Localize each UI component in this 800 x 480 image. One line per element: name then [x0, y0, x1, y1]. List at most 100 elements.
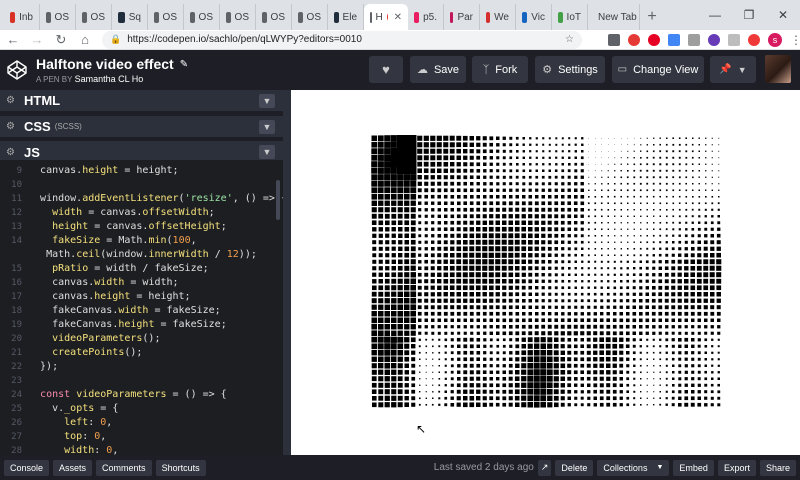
save-button[interactable]: ☁ Save [410, 56, 466, 83]
tab-title: We [494, 11, 509, 23]
code-text: Math.ceil(window.innerWidth / 12)); [46, 249, 257, 260]
browser-tab[interactable]: OS [292, 4, 328, 30]
change-view-button[interactable]: ▭ Change View [612, 56, 704, 83]
js-chevron-down-icon[interactable]: ▼ [259, 145, 275, 159]
browser-tab[interactable]: Ele [328, 4, 364, 30]
codepen-logo-icon[interactable] [6, 59, 28, 81]
js-gear-icon[interactable]: ⚙ [6, 147, 22, 158]
codepen-footer: Console Assets Comments Shortcuts Last s… [0, 455, 800, 480]
css-panel-header[interactable]: ⚙ CSS (SCSS) ▼ [0, 116, 283, 138]
extension-icon[interactable] [688, 33, 700, 46]
edit-pencil-icon[interactable]: ✎ [180, 59, 188, 70]
code-text: left: 0, [64, 417, 113, 428]
tab-title: OS [270, 11, 285, 23]
vpn-icon[interactable] [708, 33, 720, 46]
home-icon[interactable]: ⌂ [78, 32, 92, 47]
code-text: }); [28, 361, 59, 372]
code-line: 12 width = canvas.offsetWidth; [0, 206, 215, 220]
heart-icon: ♥ [382, 62, 390, 77]
line-number: 21 [11, 348, 22, 358]
code-line: 21 createPoints(); [0, 346, 142, 360]
js-code-editor[interactable]: 9 canvas.height = height; 10 11 window.add… [0, 160, 283, 455]
address-bar[interactable]: 🔒 https://codepen.io/sachlo/pen/qLWYPy?e… [102, 30, 582, 49]
result-preview[interactable]: ↖ [291, 90, 800, 455]
browser-tab[interactable]: OS [184, 4, 220, 30]
code-text: width = canvas.offsetWidth; [52, 207, 215, 218]
assets-button[interactable]: Assets [53, 459, 93, 476]
export-button[interactable]: Export [717, 459, 756, 476]
profile-avatar[interactable]: s [768, 32, 782, 47]
browser-tab[interactable]: OS [148, 4, 184, 30]
by-prefix: A PEN BY [36, 75, 73, 84]
comments-button[interactable]: Comments [96, 459, 152, 476]
css-gear-icon[interactable]: ⚙ [6, 121, 22, 132]
heart-button[interactable]: ♥ [369, 56, 403, 83]
menu-extension-icon[interactable] [728, 33, 740, 46]
id-icon [486, 11, 491, 23]
record-icon[interactable] [628, 33, 640, 46]
browser-tab[interactable]: IoT [552, 4, 588, 30]
line-number: 25 [11, 404, 22, 414]
last-saved-text: Last saved 2 days ago [433, 462, 534, 473]
close-tab-icon[interactable]: ✕ [394, 12, 402, 23]
external-link-icon: ↗ [540, 462, 549, 472]
browser-tab[interactable]: p5. [408, 4, 444, 30]
html-chevron-down-icon[interactable]: ▼ [259, 94, 275, 108]
delete-button[interactable]: Delete [555, 459, 594, 476]
browser-tab[interactable]: H ✕ [364, 4, 408, 30]
browser-tab[interactable]: New Tab [588, 4, 640, 30]
doc-icon [262, 11, 267, 23]
recording-dot-icon [386, 14, 388, 20]
browser-tab[interactable]: OS [220, 4, 256, 30]
share-button[interactable]: Share [759, 459, 796, 476]
close-window-icon[interactable]: ✕ [766, 0, 800, 30]
pane-resizer[interactable] [283, 90, 291, 455]
code-line: 26 left: 0, [0, 416, 112, 430]
minimize-icon[interactable]: — [698, 0, 732, 30]
browser-tab[interactable]: Par [444, 4, 480, 30]
tab-title: Par [457, 11, 473, 23]
reload-icon[interactable]: ↻ [54, 32, 68, 48]
browser-tab[interactable]: Vic [516, 4, 552, 30]
fork-button[interactable]: ᛉ Fork [472, 56, 528, 83]
pinterest-icon[interactable] [648, 33, 660, 46]
vivaldi-icon[interactable] [748, 33, 760, 46]
new-tab-icon[interactable]: + [640, 4, 664, 30]
cloud-icon: ☁ [416, 64, 428, 76]
js-label: JS [24, 144, 40, 160]
pen-author-line: A PEN BY Samantha CL Ho [36, 74, 188, 84]
back-icon[interactable]: ← [6, 32, 20, 47]
settings-button[interactable]: ⚙ Settings [535, 56, 605, 83]
css-chevron-down-icon[interactable]: ▼ [259, 120, 275, 134]
vscode-icon [522, 11, 528, 23]
user-avatar[interactable] [765, 55, 791, 83]
pen-title[interactable]: Halftone video effect [36, 56, 174, 72]
browser-tab[interactable]: OS [76, 4, 112, 30]
console-button[interactable]: Console [4, 459, 50, 476]
html-panel-header[interactable]: ⚙ HTML ▼ [0, 90, 283, 112]
doc-icon [190, 11, 195, 23]
browser-tab[interactable]: We [480, 4, 516, 30]
browser-menu-icon[interactable]: ⋮ [790, 34, 800, 46]
change-view-label: Change View [633, 63, 699, 76]
pin-button[interactable]: 📌 ▼ [710, 56, 756, 83]
browser-tab[interactable]: OS [40, 4, 76, 30]
browser-tab[interactable]: Sq [112, 4, 148, 30]
shortcuts-button[interactable]: Shortcuts [155, 459, 206, 476]
star-icon[interactable]: ☆ [565, 34, 574, 45]
browser-tab[interactable]: OS [256, 4, 292, 30]
restore-icon[interactable]: ❐ [732, 0, 766, 30]
line-number: 10 [11, 180, 22, 190]
translate-icon[interactable] [668, 33, 680, 46]
embed-button[interactable]: Embed [673, 459, 714, 476]
forward-icon[interactable]: → [30, 32, 44, 47]
pen-title-block: Halftone video effect ✎ A PEN BY Samanth… [36, 56, 188, 84]
chevron-down-icon: ▼ [737, 64, 747, 75]
author-link[interactable]: Samantha CL Ho [75, 74, 144, 84]
browser-tab[interactable]: Inb [4, 4, 40, 30]
html-gear-icon[interactable]: ⚙ [6, 95, 22, 106]
flag-icon [450, 11, 454, 23]
collections-button[interactable]: Collections ▼ [597, 459, 670, 476]
cast-icon[interactable] [608, 33, 620, 46]
saved-history-button[interactable]: ↗ [537, 459, 552, 476]
